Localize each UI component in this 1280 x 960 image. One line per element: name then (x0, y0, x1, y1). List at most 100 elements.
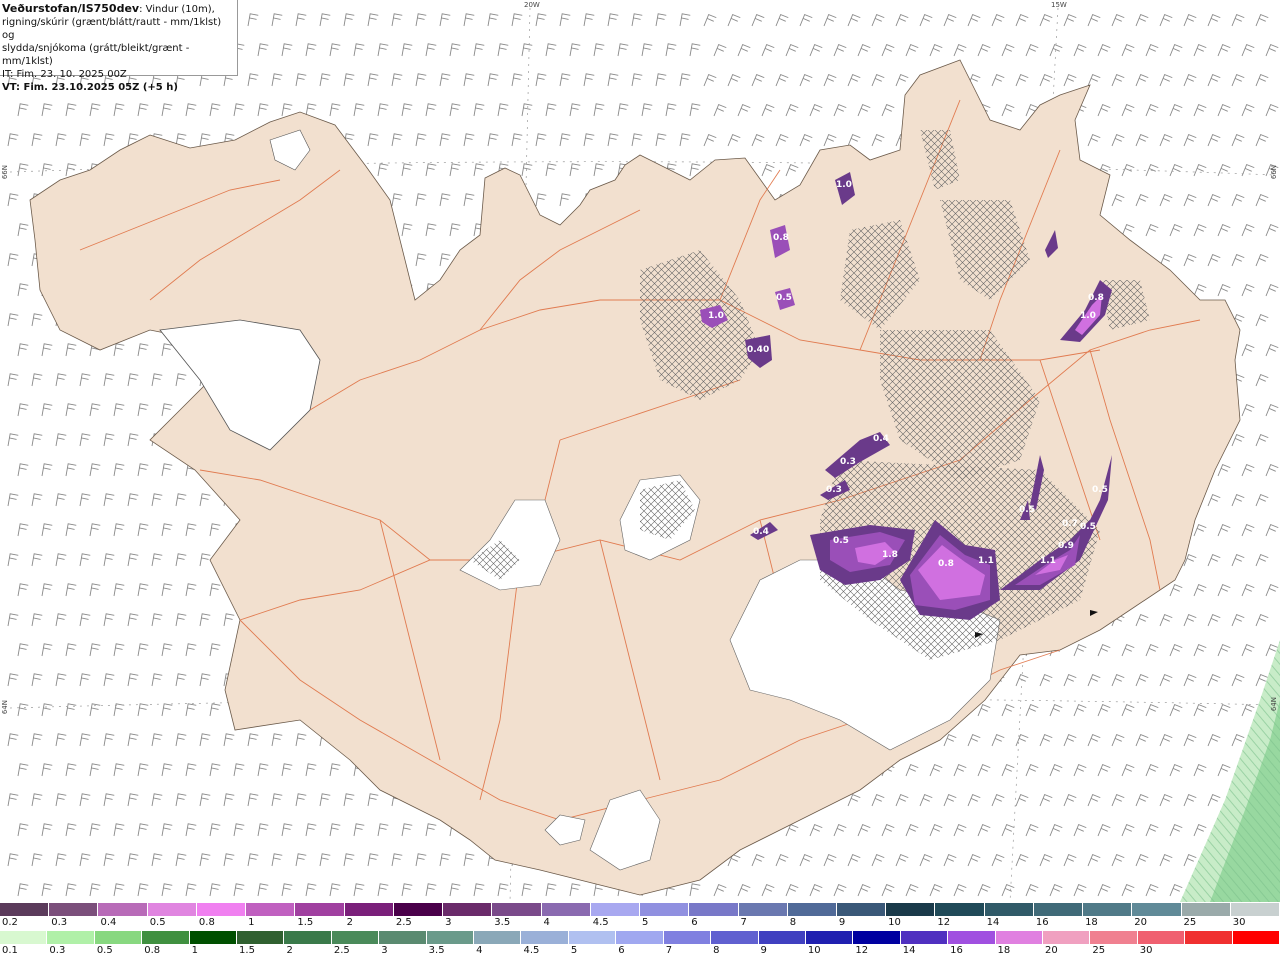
wind-barb (1159, 13, 1173, 27)
wind-barb (569, 883, 581, 897)
wind-barb (1097, 823, 1111, 837)
wind-barb (1025, 883, 1039, 897)
wind-barb (1193, 643, 1207, 657)
wind-barb (1207, 613, 1221, 627)
map-desc-line2: rigning/skúrir (grænt/blátt/rautt - mm/1… (2, 17, 222, 41)
wind-barb (1193, 523, 1207, 537)
wind-barb (1073, 643, 1087, 657)
precip-value: 1.0 (836, 180, 852, 190)
wind-barb (1231, 253, 1245, 267)
wind-barb (113, 883, 125, 897)
wind-barb (353, 823, 365, 837)
wind-barb (943, 793, 957, 807)
legend-label: 1 (248, 917, 255, 928)
wind-barb (137, 463, 149, 477)
wind-barb (319, 13, 331, 27)
wind-barb (41, 763, 53, 777)
wind-barb (679, 73, 691, 87)
wind-barb (881, 103, 895, 117)
wind-barb (703, 73, 717, 87)
wind-barb (257, 43, 269, 57)
wind-barb (1255, 433, 1269, 447)
legend-swatch (805, 931, 854, 944)
wind-barb (271, 733, 283, 747)
wind-barb (823, 13, 837, 27)
wind-barb (1169, 43, 1183, 57)
wind-barb (1039, 13, 1053, 27)
rain-area-se (1180, 640, 1280, 902)
wind-barb (857, 883, 871, 897)
wind-barb (55, 673, 67, 687)
wind-barb (137, 583, 149, 597)
wind-barb (89, 463, 101, 477)
wind-barb (439, 193, 451, 207)
wind-barb (761, 103, 775, 117)
wind-barb (175, 793, 187, 807)
wind-barb (17, 223, 29, 237)
wind-barb (535, 193, 547, 207)
legend-label: 8 (713, 945, 720, 956)
wind-barb (1169, 163, 1183, 177)
wind-barb (1255, 193, 1269, 207)
legend-rain-colorbar (0, 931, 1280, 944)
wind-barb (41, 523, 53, 537)
wind-barb (175, 553, 187, 567)
wind-barb (823, 853, 837, 867)
wind-barb (17, 103, 29, 117)
legend-swatch (1090, 931, 1138, 944)
wind-barb (1001, 703, 1015, 717)
wind-barb (689, 43, 701, 57)
wind-barb (271, 793, 283, 807)
wind-barb (257, 103, 269, 117)
wind-barb (391, 853, 403, 867)
wind-barb (209, 583, 221, 597)
legend-swatch (1033, 903, 1084, 916)
wind-barb (7, 853, 19, 867)
wind-barb (1169, 643, 1183, 657)
precip-value: 1.0 (708, 311, 724, 321)
wind-barb (545, 163, 557, 177)
wind-barb (113, 403, 125, 417)
wind-barb (31, 373, 43, 387)
wind-barb (329, 763, 341, 777)
wind-barb (17, 703, 29, 717)
wind-barb (89, 823, 101, 837)
wind-barb (223, 733, 235, 747)
wind-barb (1207, 13, 1221, 27)
legend-swatch (836, 903, 887, 916)
wind-barb (281, 883, 293, 897)
wind-barb (809, 883, 823, 897)
wind-barb (185, 703, 197, 717)
wind-barb (1111, 733, 1125, 747)
legend-swatch (541, 903, 591, 916)
wind-barb (617, 103, 629, 117)
legend-swatch (142, 931, 190, 944)
wind-barb (17, 583, 29, 597)
wind-barb (665, 103, 677, 117)
wind-barb (665, 43, 677, 57)
wind-barb (55, 553, 67, 567)
wind-barb (209, 103, 221, 117)
wind-barb (1015, 853, 1029, 867)
wind-barb (377, 43, 389, 57)
wind-barb (967, 853, 981, 867)
wind-barb (1063, 793, 1077, 807)
wind-barb (89, 883, 101, 897)
wind-barb (655, 73, 667, 87)
wind-barb (967, 793, 981, 807)
precip-value: 0.5 (1092, 485, 1108, 495)
wind-barb (1097, 643, 1111, 657)
valid-time: VT: Fim. 23.10.2025 05Z (+5 h) (2, 82, 178, 93)
wind-barb (65, 883, 77, 897)
wind-barb (713, 43, 727, 57)
precip-value: 0.8 (773, 233, 789, 243)
wind-barb (1087, 13, 1101, 27)
wind-barb (545, 883, 557, 897)
wind-barb (127, 793, 139, 807)
legend-label: 3.5 (494, 917, 511, 928)
wind-barb (799, 73, 813, 87)
wind-barb (151, 673, 163, 687)
wind-barb (1025, 703, 1039, 717)
wind-barb (737, 43, 751, 57)
wind-barb (1265, 283, 1279, 297)
